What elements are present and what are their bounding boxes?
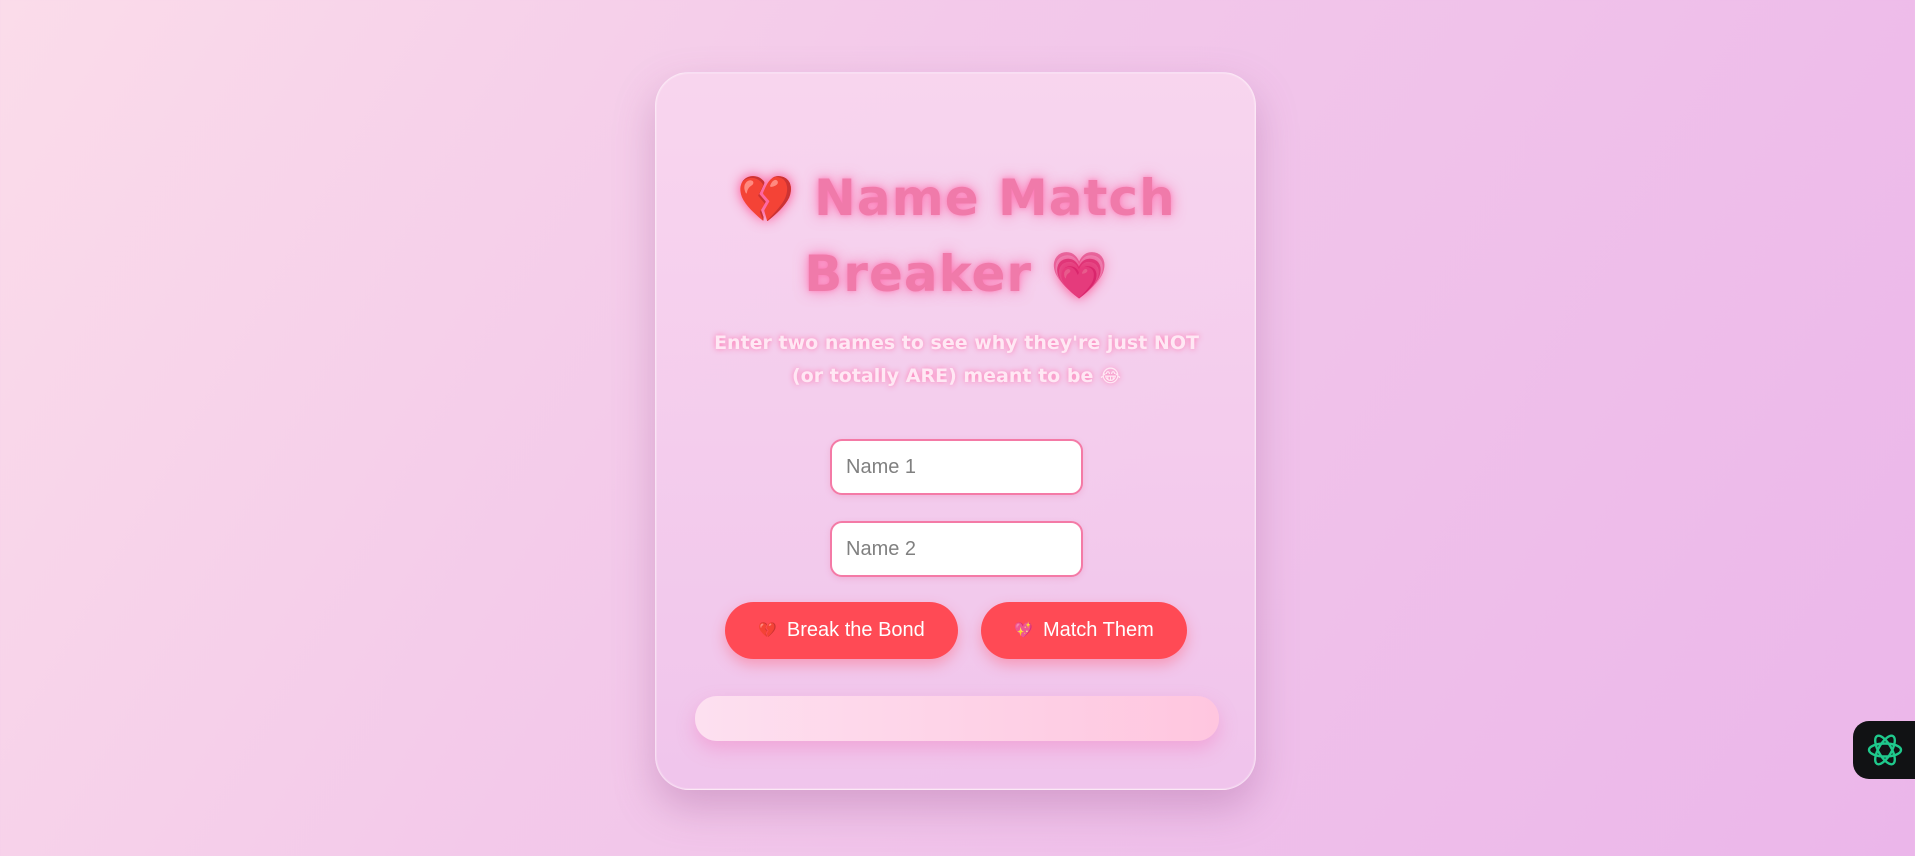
match-them-button[interactable]: 💖 Match Them [981, 602, 1187, 659]
broken-heart-icon: 💔 [758, 622, 777, 639]
main-card: 💔 Name Match Breaker 💗 Enter two names t… [655, 72, 1256, 790]
broken-heart-icon: 💔 [737, 172, 796, 226]
break-the-bond-button[interactable]: 💔 Break the Bond [725, 602, 958, 659]
match-them-label: Match Them [1042, 619, 1154, 641]
laughing-emoji-icon: 😂 [1099, 366, 1122, 387]
subtitle: Enter two names to see why they're just … [686, 327, 1227, 393]
heart-icon: 💗 [1050, 248, 1109, 302]
page-title: 💔 Name Match Breaker 💗 [656, 161, 1257, 313]
break-the-bond-label: Break the Bond [786, 619, 925, 641]
ai-assistant-icon [1867, 734, 1903, 766]
name2-input[interactable] [830, 521, 1083, 577]
title-line2: Breaker [804, 245, 1033, 303]
title-line1: Name Match [814, 169, 1176, 227]
ai-assistant-button[interactable] [1853, 721, 1915, 779]
sparkling-heart-icon: 💖 [1014, 622, 1033, 639]
name1-input[interactable] [830, 439, 1083, 495]
result-box [695, 696, 1219, 741]
subtitle-line2: (or totally ARE) meant to be [791, 365, 1094, 387]
subtitle-line1: Enter two names to see why they're just … [714, 332, 1199, 354]
